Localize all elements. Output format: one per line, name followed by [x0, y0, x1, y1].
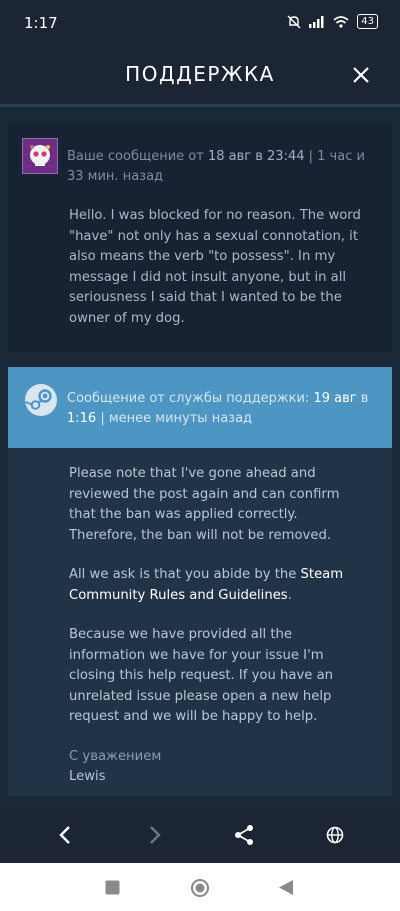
- signal-icon: [309, 15, 324, 28]
- reply-paragraph: Please note that I've gone ahead and rev…: [69, 466, 340, 543]
- steam-logo-icon: [25, 384, 57, 416]
- bottom-nav: [0, 807, 400, 863]
- globe-icon[interactable]: [322, 822, 348, 848]
- status-bar: 1:17 43: [0, 0, 400, 46]
- page-title: ПОДДЕРЖКА: [125, 62, 275, 86]
- support-meta-time: 1:16: [67, 411, 97, 426]
- status-icons: 43: [287, 14, 378, 29]
- support-message-text: Please note that I've gone ahead and rev…: [69, 464, 366, 788]
- reply-text: .: [287, 587, 292, 603]
- system-nav-bar: [0, 863, 400, 911]
- avatar[interactable]: [22, 138, 58, 174]
- battery-indicator: 43: [357, 14, 378, 29]
- user-message-text: Hello. I was blocked for no reason. The …: [69, 208, 361, 326]
- signature-name: Lewis: [69, 769, 106, 784]
- share-icon[interactable]: [231, 822, 257, 848]
- reply-paragraph: All we ask is that you abide by the Stea…: [69, 565, 366, 606]
- back-icon[interactable]: [278, 879, 294, 900]
- meta-datetime: 18 авг в 23:44: [207, 149, 305, 164]
- reply-paragraph: Because we have provided all the informa…: [69, 627, 334, 724]
- meta-prefix: Ваше сообщение от: [67, 149, 208, 164]
- divider: [0, 104, 400, 107]
- status-time: 1:17: [24, 14, 58, 32]
- recent-apps-icon[interactable]: [105, 880, 120, 899]
- chevron-left-icon[interactable]: [53, 822, 79, 848]
- mute-bell-icon: [287, 15, 301, 28]
- support-meta-date: 19 авг: [313, 391, 357, 406]
- user-message-card: Ваше сообщение от 18 авг в 23:44 | 1 час…: [8, 123, 392, 352]
- support-meta-mid: в: [356, 391, 369, 406]
- support-message-header: Сообщение от службы поддержки: 19 авг в …: [8, 367, 392, 448]
- wifi-icon: [333, 15, 349, 28]
- home-icon[interactable]: [190, 878, 210, 902]
- user-message-meta: Ваше сообщение от 18 авг в 23:44 | 1 час…: [67, 147, 372, 187]
- close-icon[interactable]: [352, 60, 370, 90]
- reply-text: All we ask is that you abide by the: [69, 567, 301, 582]
- app-header: ПОДДЕРЖКА: [0, 46, 400, 104]
- chevron-right-icon[interactable]: [141, 822, 167, 848]
- support-meta-prefix: Сообщение от службы поддержки:: [67, 391, 314, 406]
- support-message-meta: Сообщение от службы поддержки: 19 авг в …: [67, 389, 378, 429]
- support-meta-suffix: | менее минуты назад: [96, 411, 253, 426]
- signature-greeting: С уважением: [69, 748, 162, 764]
- support-message-card: Please note that I've gone ahead and rev…: [8, 448, 392, 796]
